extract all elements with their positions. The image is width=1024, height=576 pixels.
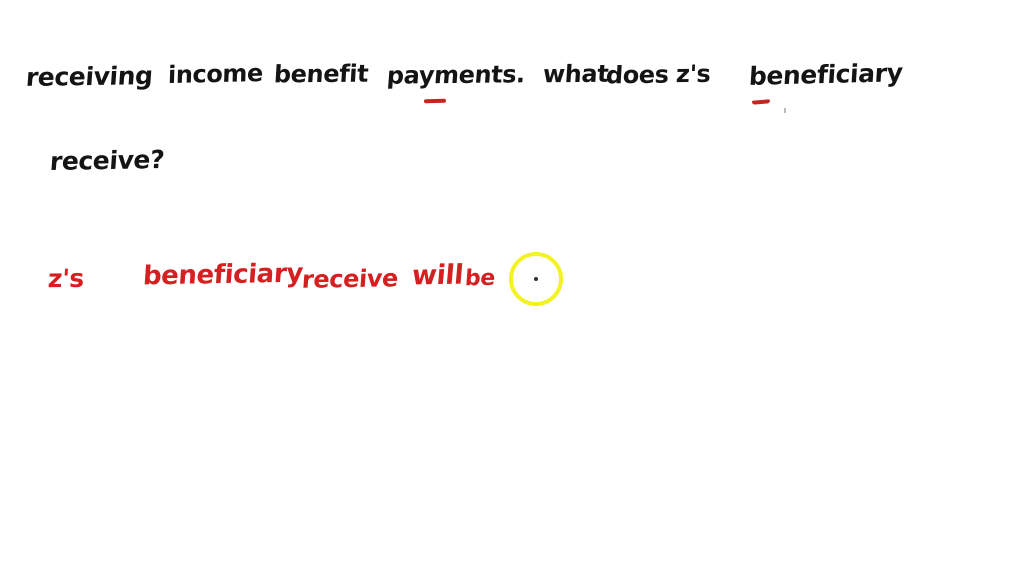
question-word-zs: z's — [675, 59, 712, 89]
question-word-beneficiary: beneficiary — [748, 58, 904, 91]
question-word-income: income — [167, 58, 264, 90]
beneficiary-underline-mark-icon — [751, 99, 771, 105]
cursor-pointer-dot-icon — [534, 277, 538, 281]
question-word-receiving: receiving — [24, 61, 154, 92]
question-word-what: what — [542, 59, 610, 89]
stray-speck — [784, 108, 786, 113]
answer-word-beneficiary: beneficiary — [141, 258, 304, 292]
question-word-does: does — [605, 60, 670, 90]
question-word-payments: payments. — [385, 60, 527, 90]
answer-word-will: will — [410, 259, 465, 292]
payments-underline-mark-icon — [423, 98, 447, 104]
whiteboard-canvas: receiving income benefit payments. what … — [0, 0, 1024, 576]
answer-word-zs: z's — [47, 263, 85, 294]
question-word-benefit: benefit — [273, 59, 370, 89]
answer-word-be: be — [464, 265, 496, 292]
question-word-receive: receive? — [48, 144, 166, 177]
answer-word-receive: receive — [301, 264, 399, 294]
